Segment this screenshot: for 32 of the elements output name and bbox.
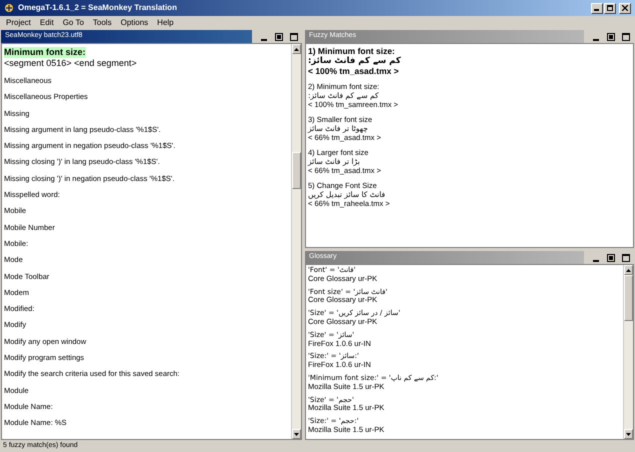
minimize-button[interactable]: [591, 2, 603, 14]
scrollbar[interactable]: [623, 265, 633, 439]
match-info[interactable]: < 100% tm_asad.tmx >: [308, 66, 399, 76]
menu-item[interactable]: Help: [157, 16, 174, 28]
segment-tag[interactable]: <segment 0516> <end segment>: [4, 58, 291, 69]
scroll-up-icon[interactable]: [626, 268, 631, 272]
menu-item[interactable]: Go To: [62, 16, 84, 28]
menu-item[interactable]: Project: [6, 16, 31, 28]
scroll-down-icon[interactable]: [294, 432, 299, 436]
scrollbar-thumb[interactable]: [292, 152, 301, 189]
maximize-icon: [607, 5, 613, 11]
source-text: Minimum font size:: [4, 47, 86, 58]
scroll-up-icon[interactable]: [294, 48, 299, 50]
menu-item[interactable]: Options: [120, 16, 148, 28]
float-icon[interactable]: [607, 32, 615, 40]
match-target[interactable]: کم سے کم فانٹ سائز:: [308, 56, 401, 66]
match-source[interactable]: 1) Minimum font size:: [308, 46, 395, 56]
close-icon: [622, 5, 628, 11]
maximize-icon[interactable]: [290, 32, 298, 40]
float-icon[interactable]: [607, 254, 615, 262]
window-title: OmegaT-1.6.1_2 = SeaMonkey Translation: [18, 2, 177, 14]
float-icon[interactable]: [275, 32, 283, 40]
menu-item[interactable]: Edit: [40, 16, 54, 28]
close-button[interactable]: [619, 2, 631, 14]
app-logo-icon: [4, 3, 14, 13]
maximize-button[interactable]: [604, 2, 616, 14]
scrollbar-thumb[interactable]: [624, 275, 633, 322]
menu-item[interactable]: Tools: [92, 16, 112, 28]
scroll-down-icon[interactable]: [626, 432, 631, 436]
maximize-icon[interactable]: [622, 32, 630, 40]
maximize-icon[interactable]: [622, 254, 630, 262]
scrollbar[interactable]: [291, 44, 301, 439]
